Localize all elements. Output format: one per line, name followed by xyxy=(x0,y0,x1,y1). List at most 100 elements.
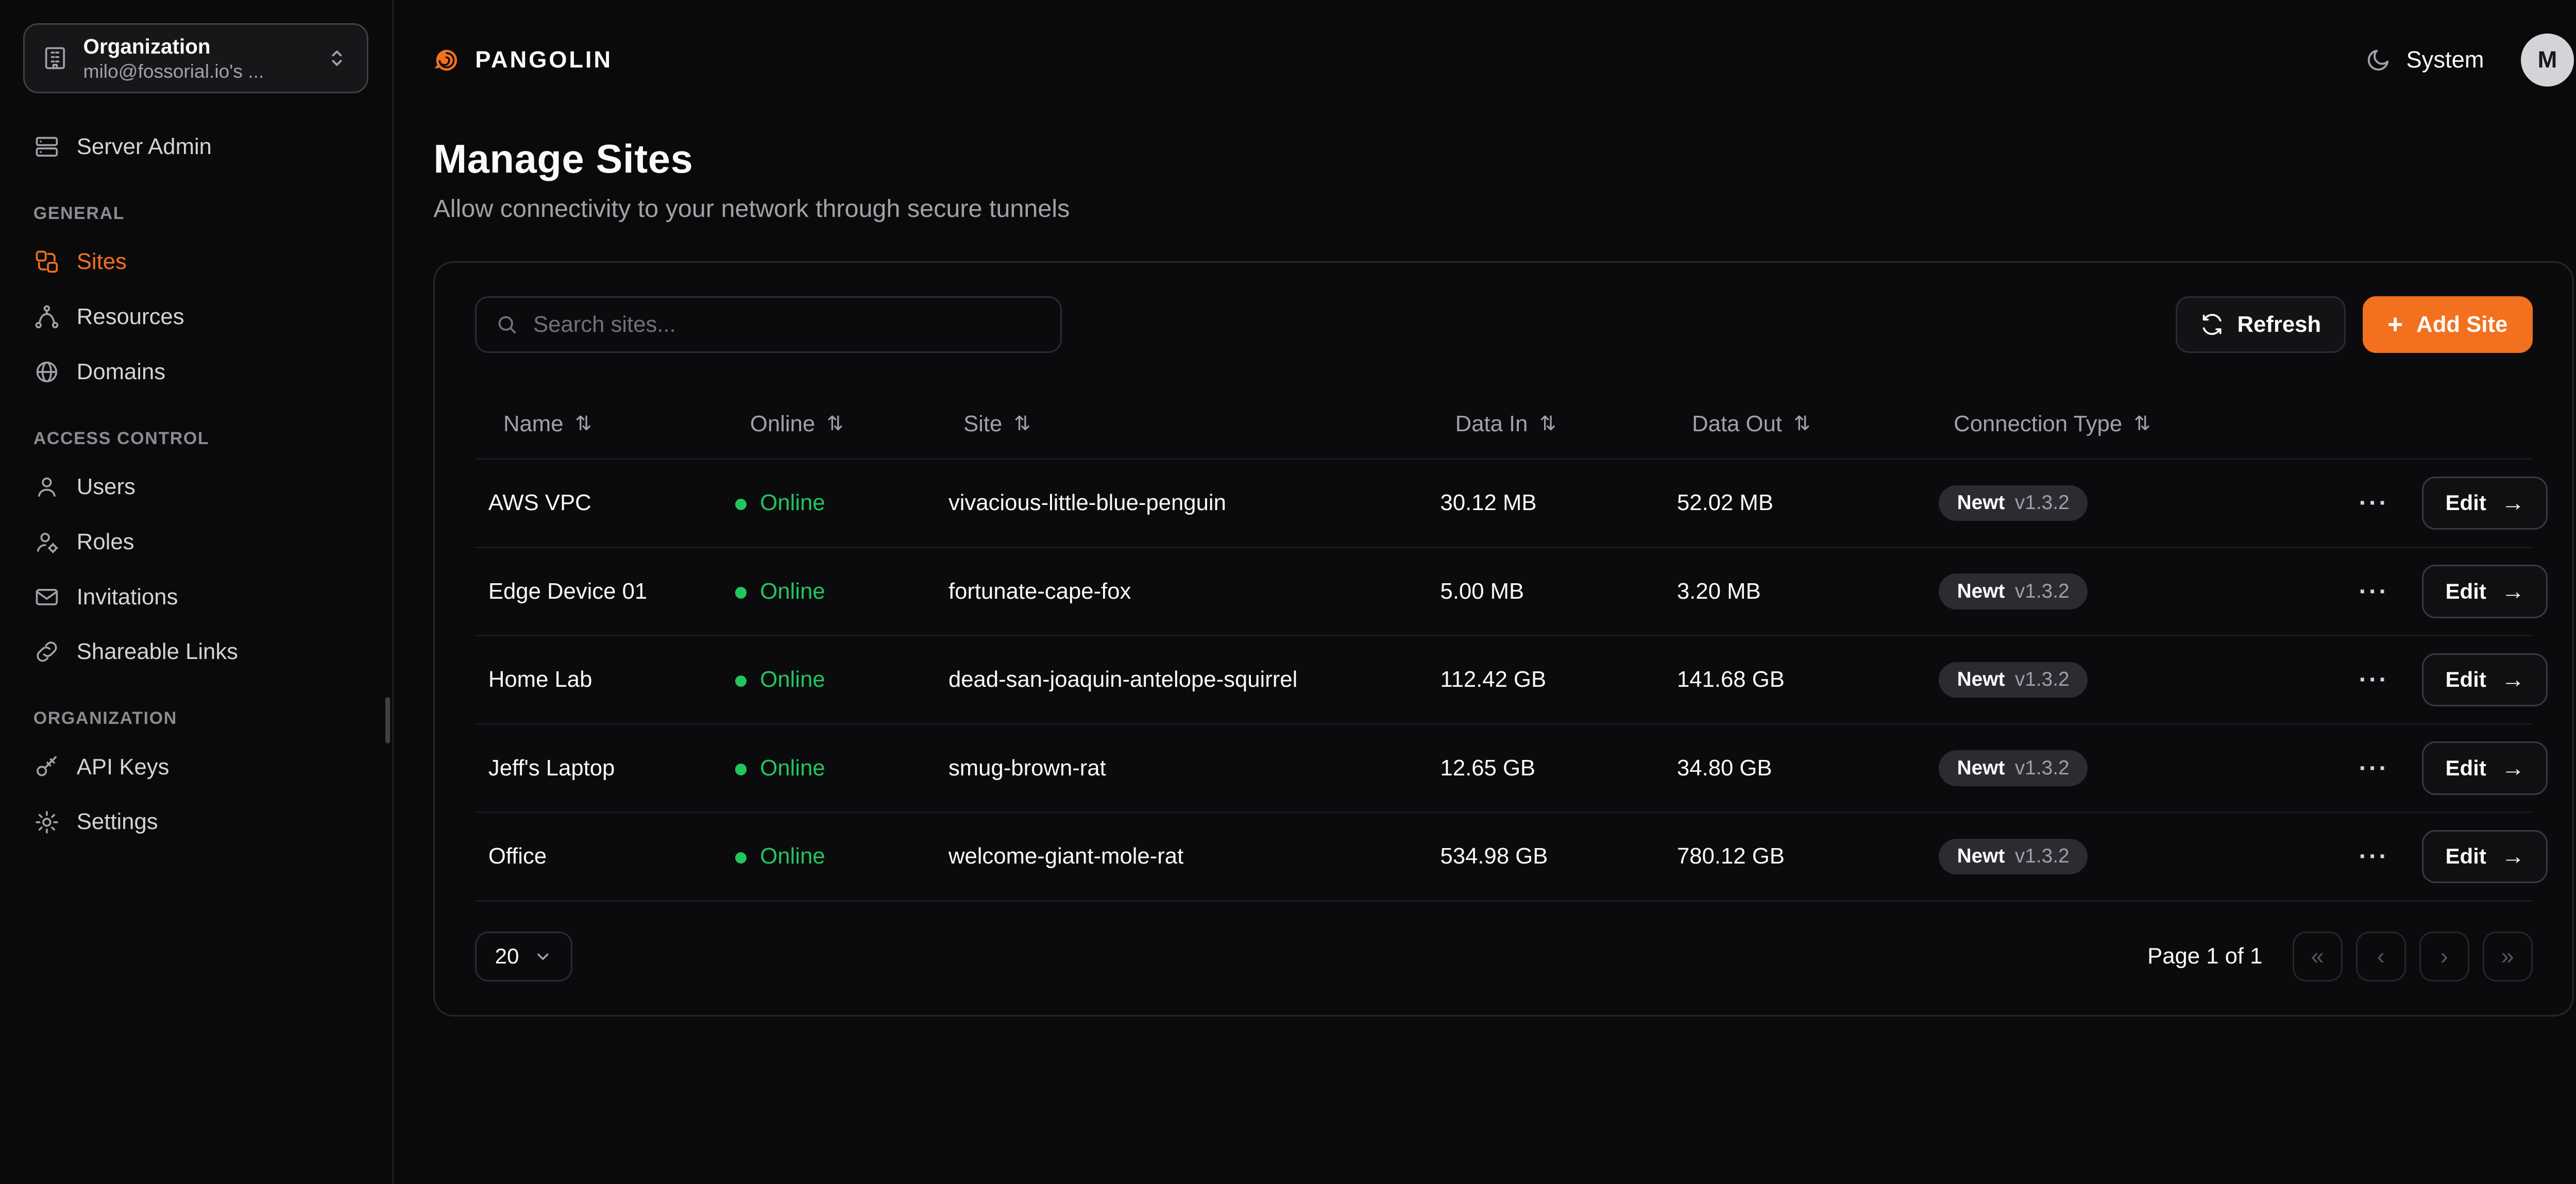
site-data-in: 30.12 MB xyxy=(1427,490,1664,516)
site-slug: vivacious-little-blue-penguin xyxy=(935,490,1427,516)
site-name: AWS VPC xyxy=(475,490,722,516)
sidebar-item-settings[interactable]: Settings xyxy=(20,796,372,849)
sidebar-item-label: Sites xyxy=(77,249,127,275)
sites-table: Name⇅ Online⇅ Site⇅ Data In⇅ Data Out⇅ C… xyxy=(475,390,2533,901)
search-input[interactable] xyxy=(533,312,1042,337)
refresh-button[interactable]: Refresh xyxy=(2176,296,2346,353)
sidebar-item-api-keys[interactable]: API Keys xyxy=(20,740,372,794)
org-switcher[interactable]: Organization milo@fossorial.io's ... xyxy=(23,23,368,93)
row-menu-button[interactable]: ··· xyxy=(2359,842,2388,871)
pager-buttons: « ‹ › » xyxy=(2293,932,2533,982)
user-cog-icon xyxy=(33,529,60,555)
online-dot-icon xyxy=(735,764,747,775)
key-icon xyxy=(33,754,60,781)
sidebar-item-resources[interactable]: Resources xyxy=(20,290,372,344)
section-heading-organization: ORGANIZATION xyxy=(33,708,359,729)
sidebar-item-users[interactable]: Users xyxy=(20,460,372,514)
page-title: Manage Sites xyxy=(433,137,2574,182)
column-header-site[interactable]: Site⇅ xyxy=(935,411,1427,437)
next-page-button[interactable]: › xyxy=(2419,932,2469,982)
online-dot-icon xyxy=(735,675,747,687)
site-name: Office xyxy=(475,843,722,869)
edit-button[interactable]: Edit→ xyxy=(2422,830,2548,884)
row-menu-button[interactable]: ··· xyxy=(2359,754,2388,783)
site-data-in: 534.98 GB xyxy=(1427,843,1664,869)
moon-icon xyxy=(2365,47,2392,74)
sort-icon: ⇅ xyxy=(1539,412,1556,435)
sidebar-scrollbar[interactable] xyxy=(385,697,391,744)
first-page-button[interactable]: « xyxy=(2293,932,2343,982)
refresh-icon xyxy=(2200,313,2224,336)
sidebar-item-label: Server Admin xyxy=(77,134,212,160)
edit-button[interactable]: Edit→ xyxy=(2422,565,2548,618)
row-menu-button[interactable]: ··· xyxy=(2359,577,2388,606)
add-site-button[interactable]: + Add Site xyxy=(2363,296,2533,353)
site-slug: welcome-giant-mole-rat xyxy=(935,843,1427,869)
column-header-data-in[interactable]: Data In⇅ xyxy=(1427,411,1664,437)
last-page-button[interactable]: » xyxy=(2483,932,2533,982)
refresh-button-label: Refresh xyxy=(2237,312,2321,337)
column-header-name[interactable]: Name⇅ xyxy=(475,411,722,437)
sidebar-item-invitations[interactable]: Invitations xyxy=(20,570,372,624)
sidebar-item-domains[interactable]: Domains xyxy=(20,345,372,399)
site-data-in: 12.65 GB xyxy=(1427,755,1664,781)
site-slug: dead-san-joaquin-antelope-squirrel xyxy=(935,667,1427,692)
edit-button[interactable]: Edit→ xyxy=(2422,477,2548,530)
site-data-in: 112.42 GB xyxy=(1427,667,1664,692)
sidebar-item-label: API Keys xyxy=(77,754,170,780)
section-heading-general: GENERAL xyxy=(33,204,359,224)
avatar[interactable]: M xyxy=(2521,33,2574,87)
arrow-right-icon: → xyxy=(2501,755,2524,782)
sidebar-item-label: Invitations xyxy=(77,584,178,610)
sidebar-item-label: Resources xyxy=(77,304,184,330)
app-window: Organization milo@fossorial.io's ... Ser… xyxy=(0,0,2576,1183)
site-connection-type: Newtv1.3.2 xyxy=(1925,573,2345,610)
site-online-status: Online xyxy=(722,579,935,604)
link-icon xyxy=(33,638,60,665)
site-online-status: Online xyxy=(722,755,935,781)
building-icon xyxy=(42,45,69,72)
brand[interactable]: PANGOLIN xyxy=(433,46,613,73)
page-size-value: 20 xyxy=(495,944,519,969)
sites-toolbar: Refresh + Add Site xyxy=(475,296,2533,353)
site-data-out: 780.12 GB xyxy=(1664,843,1925,869)
site-name: Edge Device 01 xyxy=(475,579,722,604)
column-header-online[interactable]: Online⇅ xyxy=(722,411,935,437)
site-data-out: 34.80 GB xyxy=(1664,755,1925,781)
server-icon xyxy=(33,133,60,160)
row-menu-button[interactable]: ··· xyxy=(2359,665,2388,694)
sites-card: Refresh + Add Site Name⇅ Online⇅ Site⇅ D… xyxy=(433,261,2574,1016)
connection-badge: Newtv1.3.2 xyxy=(1939,573,2088,610)
sidebar-item-sites[interactable]: Sites xyxy=(20,235,372,289)
sort-icon: ⇅ xyxy=(1794,412,1811,435)
sidebar-item-label: Roles xyxy=(77,529,134,555)
site-connection-type: Newtv1.3.2 xyxy=(1925,839,2345,875)
page-head: Manage Sites Allow connectivity to your … xyxy=(394,120,2576,223)
sidebar-item-server-admin[interactable]: Server Admin xyxy=(20,120,372,174)
mail-icon xyxy=(33,584,60,611)
org-switcher-value: milo@fossorial.io's ... xyxy=(83,59,309,83)
page-size-select[interactable]: 20 xyxy=(475,932,572,982)
section-heading-access-control: ACCESS CONTROL xyxy=(33,429,359,449)
table-row: AWS VPC Online vivacious-little-blue-pen… xyxy=(475,460,2533,548)
sidebar-item-roles[interactable]: Roles xyxy=(20,515,372,569)
pagination: Page 1 of 1 « ‹ › » xyxy=(2147,932,2533,982)
prev-page-button[interactable]: ‹ xyxy=(2356,932,2406,982)
site-online-status: Online xyxy=(722,667,935,692)
row-actions: ··· Edit→ xyxy=(2346,653,2551,707)
arrow-right-icon: → xyxy=(2501,578,2524,605)
gear-icon xyxy=(33,809,60,836)
sidebar-item-shareable-links[interactable]: Shareable Links xyxy=(20,625,372,679)
waypoints-icon xyxy=(33,303,60,330)
edit-button[interactable]: Edit→ xyxy=(2422,653,2548,707)
column-header-data-out[interactable]: Data Out⇅ xyxy=(1664,411,1925,437)
row-menu-button[interactable]: ··· xyxy=(2359,488,2388,517)
globe-icon xyxy=(33,359,60,385)
theme-toggle[interactable]: System xyxy=(2365,46,2484,73)
row-actions: ··· Edit→ xyxy=(2346,741,2551,795)
column-header-connection-type[interactable]: Connection Type⇅ xyxy=(1925,411,2345,437)
plus-icon: + xyxy=(2387,311,2403,338)
pangolin-logo-icon xyxy=(433,47,460,74)
edit-button[interactable]: Edit→ xyxy=(2422,741,2548,795)
site-name: Jeff's Laptop xyxy=(475,755,722,781)
